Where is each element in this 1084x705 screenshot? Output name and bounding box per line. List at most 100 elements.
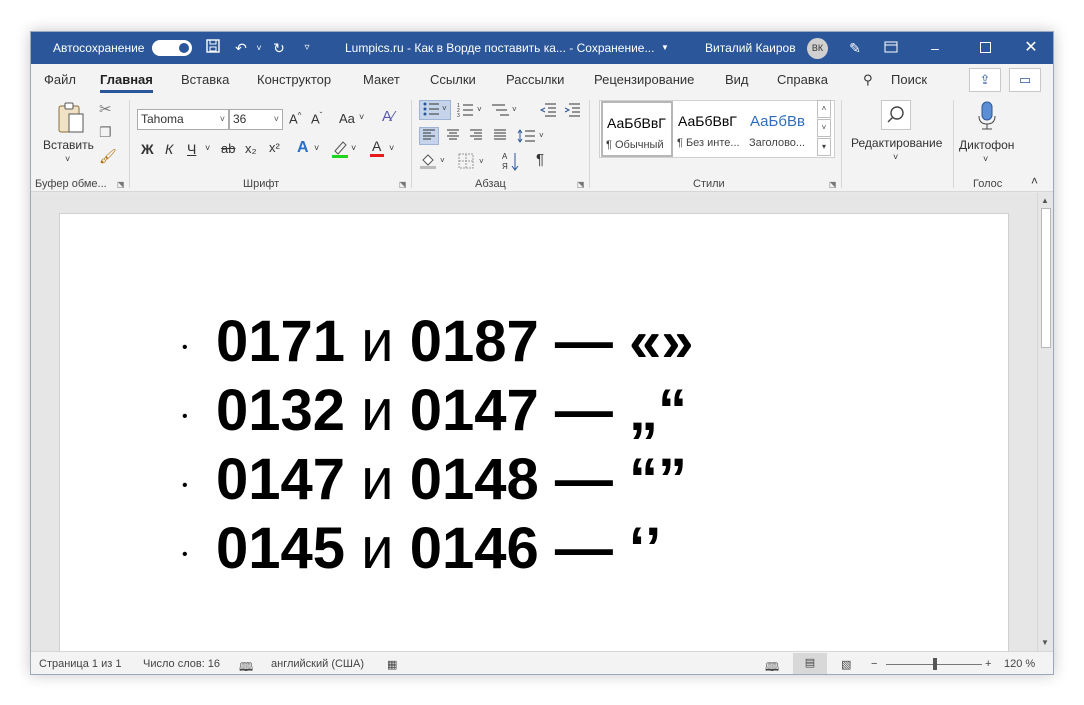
tab-references[interactable]: Ссылки xyxy=(430,72,476,87)
redo-icon[interactable]: ↻ xyxy=(269,38,289,58)
paste-dropdown-icon[interactable]: ˅ xyxy=(65,154,70,164)
zoom-out-icon[interactable]: − xyxy=(871,658,877,670)
text-effects-icon[interactable]: A xyxy=(297,139,309,157)
tab-design[interactable]: Конструктор xyxy=(257,72,331,87)
customize-qat-icon[interactable]: ▿ xyxy=(297,38,317,58)
scroll-up-icon[interactable]: ▲ xyxy=(1041,196,1049,205)
subscript-button[interactable]: x₂ xyxy=(245,141,257,156)
word-count[interactable]: Число слов: 16 xyxy=(143,658,220,670)
chevron-down-icon[interactable]: ˅ xyxy=(351,143,356,153)
shading-button[interactable]: ˅ xyxy=(419,152,449,170)
clipboard-launcher-icon[interactable]: ⬔ xyxy=(117,180,125,189)
designer-pen-icon[interactable]: ✎ xyxy=(845,38,865,58)
font-size-box[interactable]: 36 ˅ xyxy=(229,109,283,130)
style-normal[interactable]: АаБбВвГ ¶ Обычный xyxy=(601,101,673,157)
style-no-spacing[interactable]: АаБбВвГ ¶ Без инте... xyxy=(674,101,746,157)
multilevel-list-button[interactable]: ˅ xyxy=(491,102,519,118)
copy-icon[interactable]: ❐ xyxy=(99,124,112,141)
undo-icon[interactable]: ↶ xyxy=(231,38,251,58)
borders-button[interactable]: ˅ xyxy=(457,152,489,170)
read-mode-icon[interactable]: 🕮 xyxy=(765,658,779,674)
language[interactable]: английский (США) xyxy=(271,658,364,670)
bullets-button[interactable]: ˅ xyxy=(419,100,451,120)
editing-label[interactable]: Редактирование xyxy=(851,136,942,150)
zoom-slider-thumb[interactable] xyxy=(933,658,937,670)
superscript-button[interactable]: x² xyxy=(269,140,280,155)
tab-mailings[interactable]: Рассылки xyxy=(506,72,564,87)
document-page[interactable]: • 0171 и 0187 — «» • 0132 и 0147 — „“ • … xyxy=(59,213,1009,653)
styles-launcher-icon[interactable]: ⬔ xyxy=(829,180,837,189)
comments-button[interactable]: ▭ xyxy=(1009,68,1041,92)
align-right-button[interactable] xyxy=(467,128,485,144)
highlight-icon[interactable] xyxy=(331,139,349,159)
title-dropdown-icon[interactable]: ▼ xyxy=(655,38,675,58)
chevron-down-icon[interactable]: ˅ xyxy=(389,143,394,153)
share-button[interactable]: ⇪ xyxy=(969,68,1001,92)
proofing-icon[interactable]: 🕮 xyxy=(239,658,253,674)
tab-home[interactable]: Главная xyxy=(100,72,153,93)
numbering-button[interactable]: 1 2 3 ˅ xyxy=(457,102,485,119)
chevron-down-icon[interactable]: ˅ xyxy=(205,143,210,153)
bold-button[interactable]: Ж xyxy=(141,141,154,157)
italic-button[interactable]: К xyxy=(165,141,173,157)
tab-view[interactable]: Вид xyxy=(725,72,749,87)
cut-icon[interactable]: ✂ xyxy=(99,100,112,118)
format-painter-icon[interactable]: 🖌 xyxy=(99,148,117,165)
microphone-icon[interactable] xyxy=(975,100,999,132)
increase-indent-icon[interactable] xyxy=(563,102,581,118)
vertical-scrollbar[interactable]: ▲ ▼ xyxy=(1037,193,1053,651)
page-count[interactable]: Страница 1 из 1 xyxy=(39,658,121,670)
sort-icon[interactable]: АЯ xyxy=(501,150,521,172)
clear-formatting-icon[interactable]: A⁄ xyxy=(382,108,395,125)
scrollbar-thumb[interactable] xyxy=(1041,208,1051,348)
close-icon[interactable]: ✕ xyxy=(1021,38,1041,58)
chevron-down-icon[interactable]: ˅ xyxy=(893,152,898,162)
show-marks-icon[interactable]: ¶ xyxy=(536,151,544,168)
ribbon-display-icon[interactable] xyxy=(881,38,901,58)
tab-review[interactable]: Рецензирование xyxy=(594,72,694,87)
grow-font-icon[interactable]: A^ xyxy=(289,111,301,126)
style-heading-1[interactable]: АаБбВв Заголово... xyxy=(746,101,818,157)
collapse-ribbon-icon[interactable]: ˄ xyxy=(1031,174,1038,188)
align-center-button[interactable] xyxy=(444,128,462,144)
avatar[interactable]: ВК xyxy=(807,38,828,59)
zoom-in-icon[interactable]: + xyxy=(985,658,991,670)
minimize-icon[interactable]: – xyxy=(925,38,945,58)
strikethrough-button[interactable]: ab xyxy=(221,141,235,156)
zoom-level[interactable]: 120 % xyxy=(1004,658,1035,670)
autosave-toggle[interactable] xyxy=(152,40,192,56)
styles-scroll-down-icon[interactable]: ˅ xyxy=(817,119,831,137)
change-case-icon[interactable]: Aa xyxy=(339,111,355,126)
paragraph-launcher-icon[interactable]: ⬔ xyxy=(577,180,585,189)
tab-layout[interactable]: Макет xyxy=(363,72,400,87)
dictate-label[interactable]: Диктофон xyxy=(959,138,1014,152)
font-color-icon[interactable]: A xyxy=(369,138,385,158)
accessibility-icon[interactable]: ▦ xyxy=(387,658,397,671)
font-name-box[interactable]: Tahoma ˅ xyxy=(137,109,229,130)
decrease-indent-icon[interactable] xyxy=(539,102,557,118)
search-icon[interactable]: ⚲ xyxy=(863,72,873,88)
save-icon[interactable] xyxy=(203,38,223,58)
styles-more-icon[interactable]: ▾ xyxy=(817,138,831,156)
search-label[interactable]: Поиск xyxy=(891,72,927,87)
tab-file[interactable]: Файл xyxy=(44,72,76,87)
styles-scroll-up-icon[interactable]: ˄ xyxy=(817,100,831,118)
justify-button[interactable] xyxy=(491,128,509,144)
tab-insert[interactable]: Вставка xyxy=(181,72,229,87)
print-layout-icon[interactable]: ▤ xyxy=(793,653,827,674)
shrink-font-icon[interactable]: Aˇ xyxy=(311,111,322,126)
paste-label[interactable]: Вставить xyxy=(43,138,94,152)
chevron-down-icon[interactable]: ˅ xyxy=(983,154,988,164)
align-left-button[interactable] xyxy=(419,127,439,145)
tab-help[interactable]: Справка xyxy=(777,72,828,87)
chevron-down-icon[interactable]: ˅ xyxy=(314,143,319,153)
search-icon[interactable] xyxy=(881,100,911,130)
web-layout-icon[interactable]: ▧ xyxy=(841,658,851,671)
chevron-down-icon[interactable]: ˅ xyxy=(359,112,364,122)
paste-icon[interactable] xyxy=(53,100,89,136)
underline-button[interactable]: Ч xyxy=(187,141,196,157)
scroll-down-icon[interactable]: ▼ xyxy=(1041,638,1049,647)
undo-dropdown-icon[interactable]: ˅ xyxy=(249,38,269,58)
line-spacing-button[interactable]: ˅ xyxy=(517,128,549,144)
font-launcher-icon[interactable]: ⬔ xyxy=(399,180,407,189)
